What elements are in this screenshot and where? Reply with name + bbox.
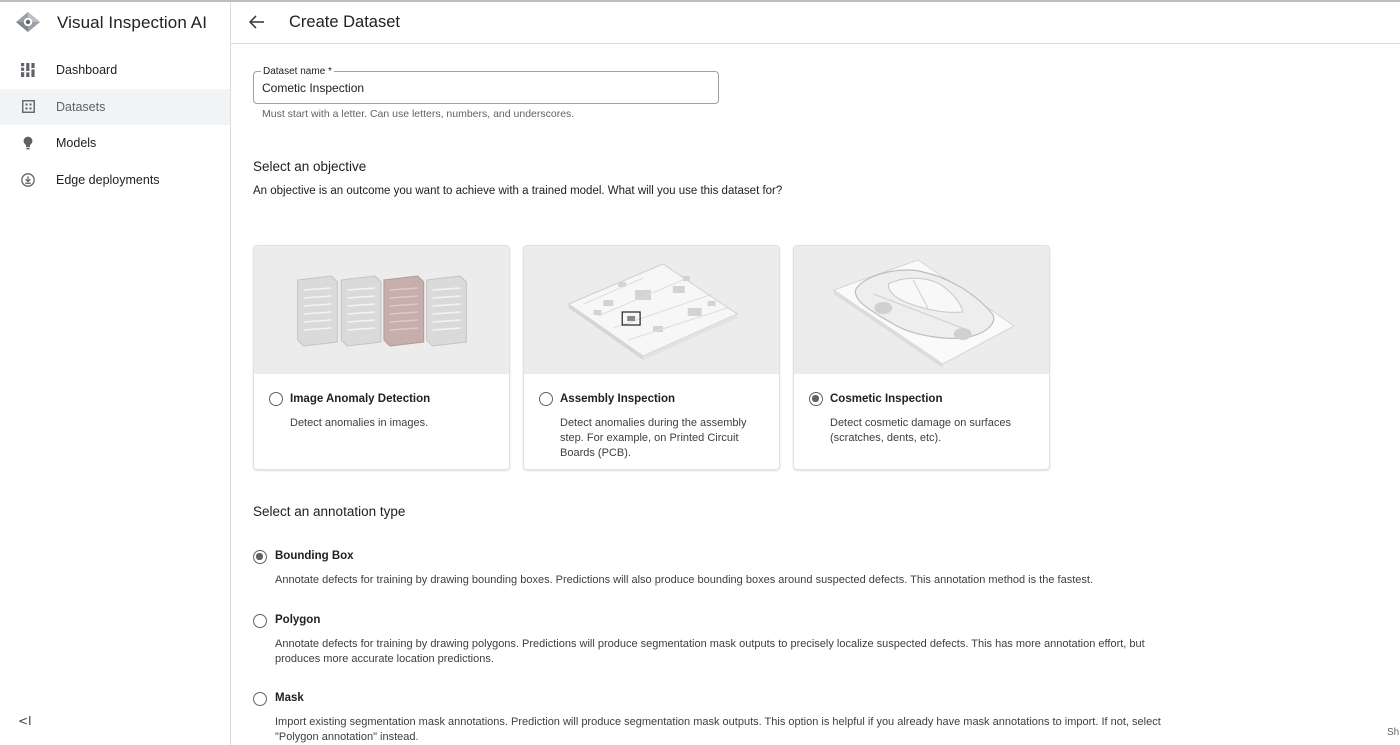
objective-card-description: Detect anomalies in images. (290, 417, 429, 429)
image-anomaly-illustration (254, 246, 509, 374)
collapse-sidebar-button[interactable]: <I (18, 714, 38, 730)
download-icon (20, 172, 36, 188)
page-header: Create Dataset (231, 2, 1400, 44)
sidebar-item-label: Edge deployments (56, 172, 160, 187)
sidebar-nav: Dashboard Datasets Models Edge deploymen… (0, 52, 230, 198)
dataset-name-hint: Must start with a letter. Can use letter… (262, 108, 575, 120)
page-title: Create Dataset (289, 13, 400, 31)
app-logo-icon (14, 10, 42, 34)
dataset-name-label: Dataset name * (261, 66, 334, 77)
annotation-radio-mask[interactable] (253, 692, 267, 706)
annotation-radio-polygon[interactable] (253, 614, 267, 628)
objective-card-cosmetic-inspection[interactable]: Cosmetic Inspection Detect cosmetic dama… (793, 245, 1050, 470)
annotation-option-title: Polygon (275, 614, 321, 626)
objective-card-description: Detect anomalies during the assembly ste… (560, 417, 747, 459)
datasets-icon (20, 99, 36, 115)
objective-card-description: Detect cosmetic damage on surfaces (scra… (830, 417, 1011, 444)
sidebar-item-label: Datasets (56, 99, 106, 114)
objective-radio[interactable] (269, 392, 283, 406)
corner-text: Sh (1387, 727, 1400, 738)
sidebar-item-edge-deployments[interactable]: Edge deployments (0, 162, 230, 199)
annotation-option-description: Annotate defects for training by drawing… (275, 638, 1145, 665)
sidebar-item-label: Models (56, 136, 97, 151)
objective-card-image-anomaly-detection[interactable]: Image Anomaly Detection Detect anomalies… (253, 245, 510, 470)
objective-section-description: An objective is an outcome you want to a… (253, 185, 783, 197)
dashboard-icon (20, 62, 36, 78)
app-title: Visual Inspection AI (57, 13, 208, 32)
objective-card-title: Cosmetic Inspection (830, 393, 943, 405)
annotation-section-title: Select an annotation type (253, 504, 406, 519)
main-content: Dataset name * Must start with a letter.… (231, 44, 1400, 745)
dataset-name-input[interactable] (262, 81, 702, 95)
lightbulb-icon (20, 135, 36, 151)
brand: Visual Inspection AI (0, 2, 230, 44)
objective-radio[interactable] (539, 392, 553, 406)
annotation-option-title: Mask (275, 692, 304, 704)
objective-card-title: Image Anomaly Detection (290, 393, 431, 405)
car-illustration (794, 246, 1049, 374)
annotation-option-title: Bounding Box (275, 550, 354, 562)
objective-card-assembly-inspection[interactable]: Assembly Inspection Detect anomalies dur… (523, 245, 780, 470)
annotation-option-description: Annotate defects for training by drawing… (275, 574, 1093, 586)
objective-radio[interactable] (809, 392, 823, 406)
objective-card-title: Assembly Inspection (560, 393, 676, 405)
annotation-radio-bounding-box[interactable] (253, 550, 267, 564)
annotation-option-description: Import existing segmentation mask annota… (275, 716, 1161, 743)
sidebar: Visual Inspection AI Dashboard Datasets … (0, 2, 231, 745)
back-arrow-icon[interactable] (247, 12, 267, 32)
pcb-illustration (524, 246, 779, 374)
sidebar-item-label: Dashboard (56, 63, 118, 78)
sidebar-item-models[interactable]: Models (0, 125, 230, 162)
sidebar-item-dashboard[interactable]: Dashboard (0, 52, 230, 89)
sidebar-item-datasets[interactable]: Datasets (0, 88, 230, 125)
dataset-name-field[interactable]: Dataset name * (253, 66, 719, 104)
objective-section-title: Select an objective (253, 159, 367, 174)
